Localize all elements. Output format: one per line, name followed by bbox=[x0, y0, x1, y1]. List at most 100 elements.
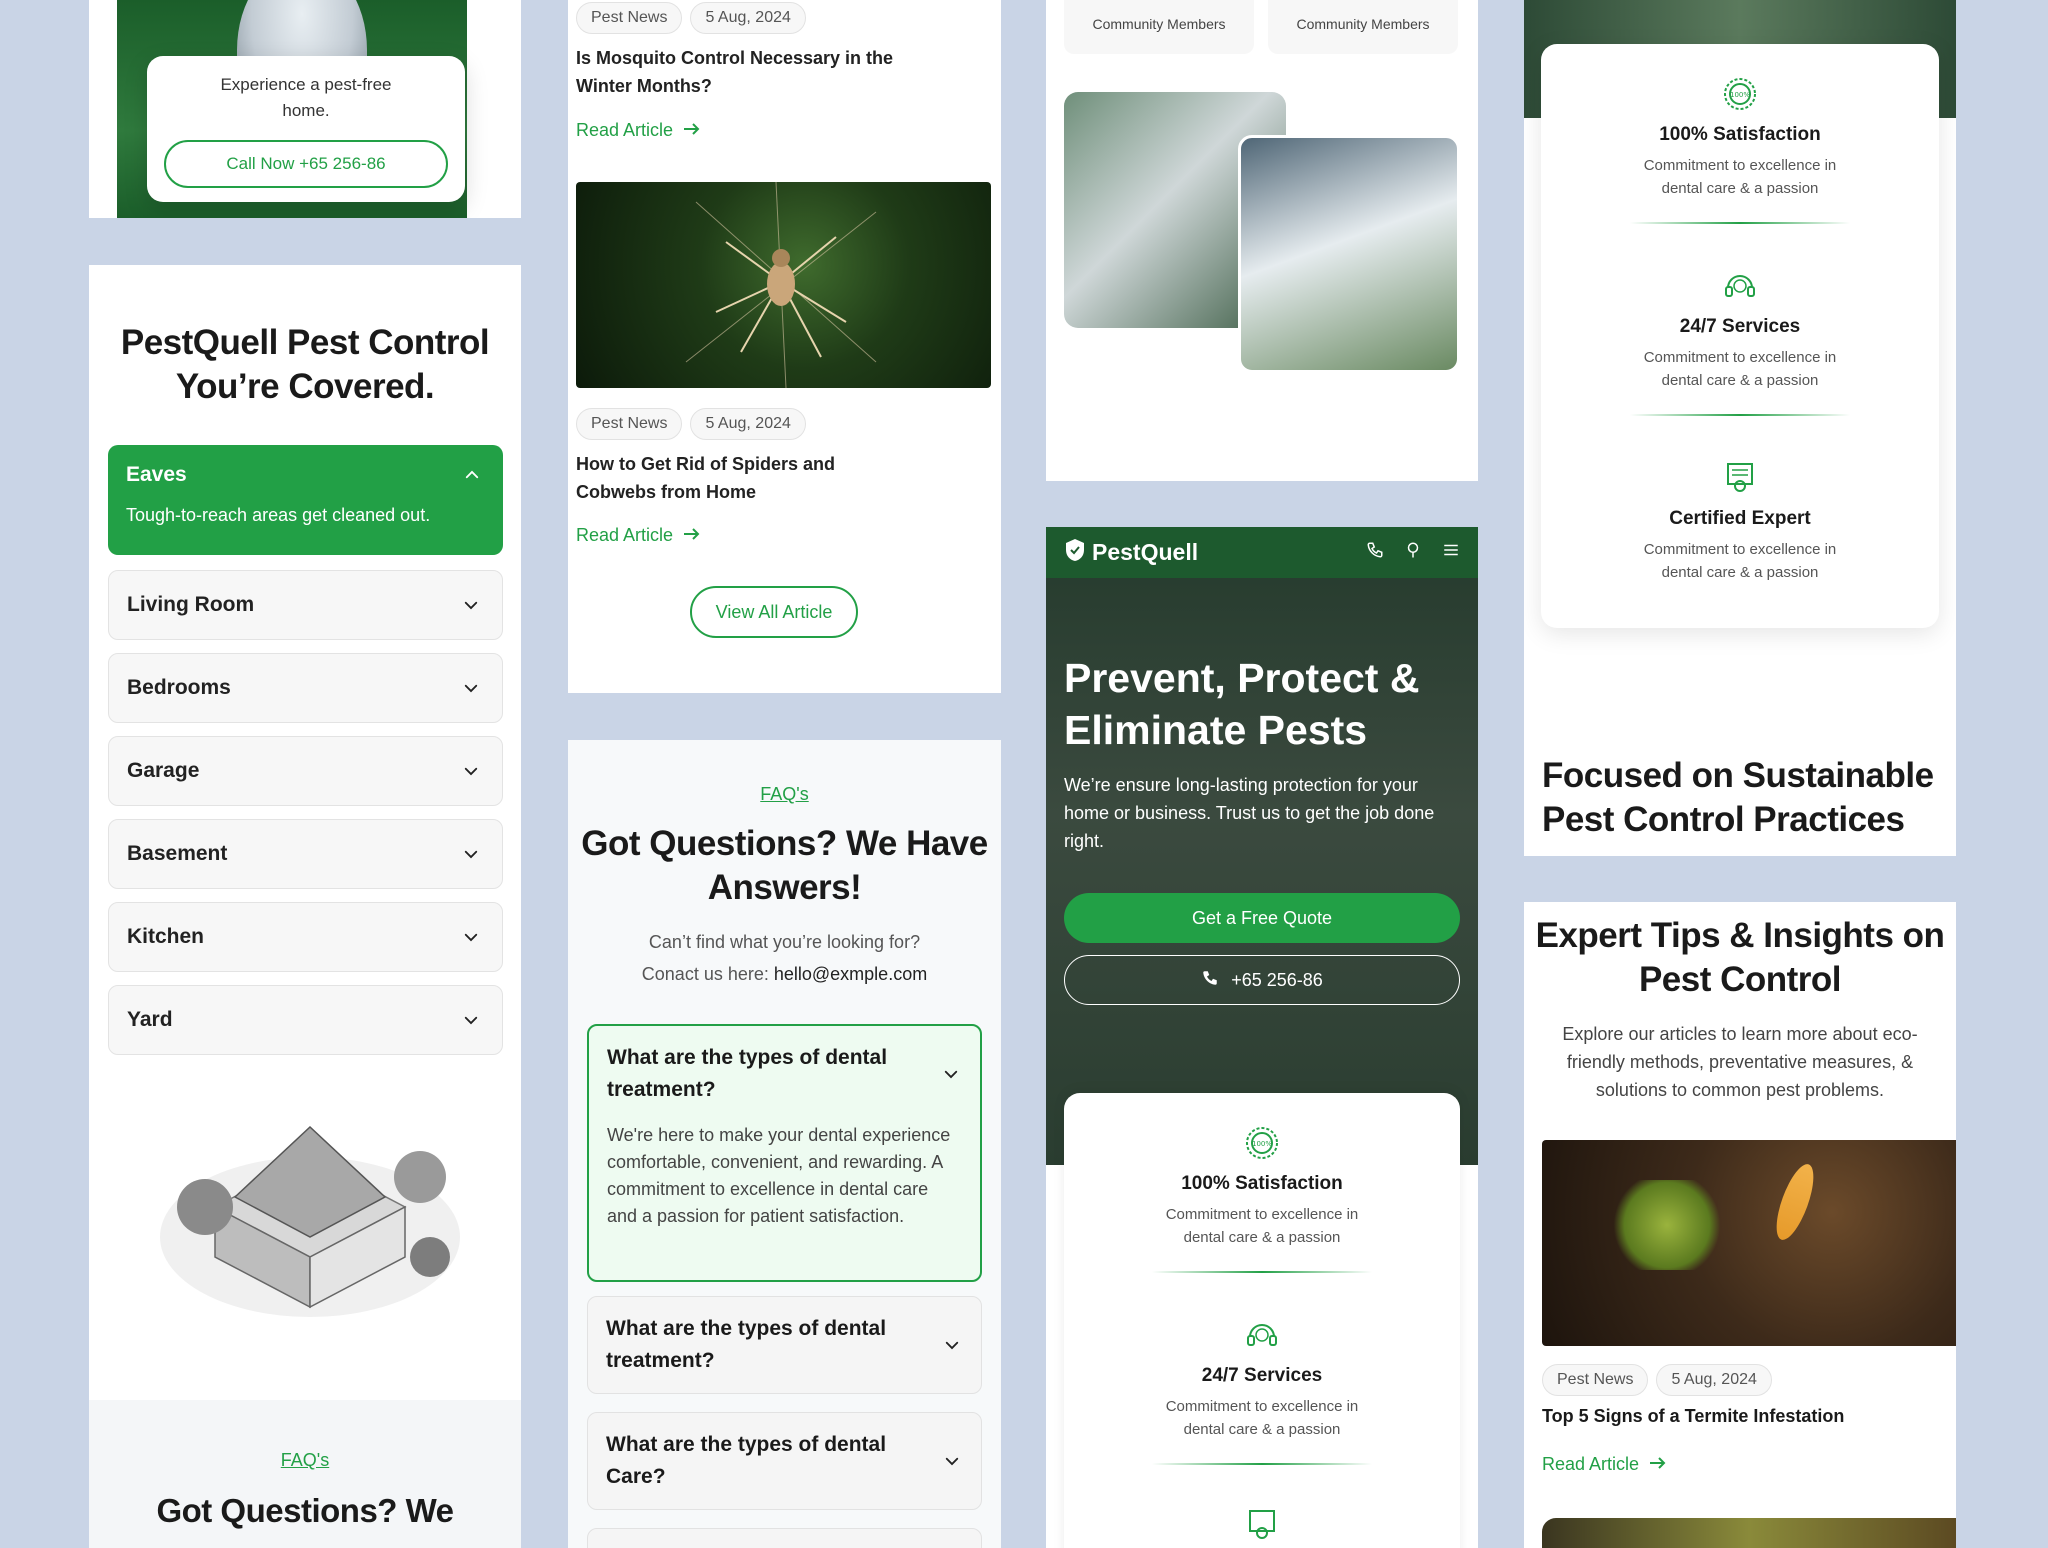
svg-text:100%: 100% bbox=[1252, 1140, 1272, 1148]
feature-desc: Commitment to excellence in dental care … bbox=[1643, 541, 1837, 581]
menu-icon[interactable] bbox=[1442, 541, 1460, 564]
feature-item: Certified Expert Commitment to excellenc… bbox=[1541, 458, 1939, 584]
accordion-item-bedrooms[interactable]: Bedrooms bbox=[108, 653, 503, 723]
brand-name: PestQuell bbox=[1092, 539, 1199, 565]
chevron-down-icon bbox=[460, 760, 482, 782]
hero-lead: We’re ensure long-lasting protection for… bbox=[1064, 775, 1435, 851]
accordion-item-basement[interactable]: Basement bbox=[108, 819, 503, 889]
satisfaction-badge-icon: 100% bbox=[1242, 1123, 1282, 1163]
feature-item: 24/7 Services Commitment to excellence i… bbox=[1064, 1315, 1460, 1465]
stat-label: Community Members bbox=[1092, 16, 1226, 32]
features-card: 100% 100% Satisfaction Commitment to exc… bbox=[1064, 1093, 1460, 1548]
brand-logo[interactable]: PestQuell bbox=[1064, 538, 1198, 568]
chevron-down-icon bbox=[941, 1334, 963, 1356]
article-meta: Pest News 5 Aug, 2024 bbox=[576, 2, 806, 34]
phone-icon[interactable] bbox=[1366, 541, 1384, 564]
faq-answer: We're here to make your dental experienc… bbox=[607, 1125, 951, 1226]
faq-title: Got Questions? We Have Answers! bbox=[581, 824, 988, 907]
spider-photo bbox=[576, 181, 991, 389]
termite-photo bbox=[1542, 1140, 1956, 1346]
date-badge: 5 Aug, 2024 bbox=[690, 2, 806, 34]
article-meta: Pest News 5 Aug, 2024 bbox=[1542, 1364, 1772, 1396]
coverage-panel: PestQuell Pest Control You’re Covered. E… bbox=[89, 265, 521, 1548]
certificate-icon bbox=[1242, 1505, 1282, 1545]
chevron-down-icon bbox=[940, 1063, 962, 1085]
article-title[interactable]: Is Mosquito Control Necessary in the Win… bbox=[576, 44, 916, 100]
faq-question: What are the types of dental treatment? bbox=[607, 1046, 888, 1101]
accordion-item-yard[interactable]: Yard bbox=[108, 985, 503, 1055]
accordion-item-garage[interactable]: Garage bbox=[108, 736, 503, 806]
article-title[interactable]: How to Get Rid of Spiders and Cobwebs fr… bbox=[576, 450, 866, 506]
promo-panel: Experience a pest-free home. Call Now +6… bbox=[89, 0, 521, 218]
category-badge: Pest News bbox=[576, 2, 683, 34]
chevron-down-icon bbox=[941, 1450, 963, 1472]
stat-number: 2M+ bbox=[1064, 0, 1254, 10]
faq-item[interactable] bbox=[587, 1528, 982, 1548]
faq-item[interactable]: What are the types of dental treatment? … bbox=[587, 1024, 982, 1282]
feature-desc: Commitment to excellence in dental care … bbox=[1165, 1206, 1359, 1246]
coverage-title: PestQuell Pest Control You’re Covered. bbox=[120, 323, 490, 406]
chevron-up-icon bbox=[461, 464, 483, 486]
read-article-link[interactable]: Read Article bbox=[576, 525, 701, 546]
feature-item bbox=[1064, 1505, 1460, 1545]
technician-indoor-photo bbox=[1238, 135, 1460, 373]
feature-title: Certified Expert bbox=[1669, 508, 1811, 529]
faq-question: What are the types of dental Care? bbox=[606, 1433, 887, 1488]
phone-icon bbox=[1201, 969, 1219, 992]
read-article-link[interactable]: Read Article bbox=[1542, 1454, 1667, 1475]
feature-desc: Commitment to excellence in dental care … bbox=[1165, 1398, 1359, 1438]
call-now-button[interactable]: Call Now +65 256-86 bbox=[164, 140, 448, 188]
feature-title: 24/7 Services bbox=[1201, 1365, 1323, 1386]
phone-label: +65 256-86 bbox=[1231, 969, 1323, 990]
faq-item[interactable]: What are the types of dental treatment? bbox=[587, 1296, 982, 1394]
accordion-label: Living Room bbox=[127, 593, 255, 616]
accordion-label: Yard bbox=[127, 1008, 173, 1031]
mobile-home-panel: PestQuell Prevent, Protect & Eliminate P… bbox=[1046, 527, 1478, 1548]
arrow-right-icon bbox=[1649, 1454, 1667, 1475]
stats-panel: 2M+ Community Members 15+ Community Memb… bbox=[1046, 0, 1478, 481]
feature-item: 24/7 Services Commitment to excellence i… bbox=[1541, 266, 1939, 416]
feature-title: 100% Satisfaction bbox=[1181, 1173, 1343, 1194]
accordion-item-living-room[interactable]: Living Room bbox=[108, 570, 503, 640]
shield-icon bbox=[1064, 538, 1086, 568]
accordion-label: Garage bbox=[127, 759, 200, 782]
chevron-down-icon bbox=[460, 677, 482, 699]
hero-title: Prevent, Protect & Eliminate Pests bbox=[1064, 655, 1420, 753]
tips-title: Expert Tips & Insights on Pest Control bbox=[1535, 916, 1945, 999]
accordion-label: Kitchen bbox=[127, 925, 205, 948]
faq-contact-line: Conact us here: hello@exmple.com bbox=[641, 964, 928, 984]
faq-panel: FAQ's Got Questions? We Have Answers! Ca… bbox=[568, 740, 1001, 1548]
tips-panel: Expert Tips & Insights on Pest Control E… bbox=[1524, 902, 1956, 1548]
support-headset-icon bbox=[1720, 266, 1760, 306]
accordion-item-eaves[interactable]: Eaves Tough-to-reach areas get cleaned o… bbox=[108, 445, 503, 555]
articles-panel: Pest News 5 Aug, 2024 Is Mosquito Contro… bbox=[568, 0, 1001, 693]
view-all-articles-button[interactable]: View All Article bbox=[690, 586, 858, 638]
article-title[interactable]: Top 5 Signs of a Termite Infestation bbox=[1542, 1406, 1844, 1427]
faq-tag[interactable]: FAQ's bbox=[89, 1450, 521, 1471]
chevron-down-icon bbox=[460, 594, 482, 616]
stat-card: 15+ Community Members bbox=[1268, 0, 1458, 54]
promo-text: Experience a pest-free home. bbox=[220, 75, 392, 120]
free-quote-button[interactable]: Get a Free Quote bbox=[1064, 893, 1460, 943]
accordion-item-kitchen[interactable]: Kitchen bbox=[108, 902, 503, 972]
faq-preview: FAQ's Got Questions? We bbox=[89, 1400, 521, 1548]
top-nav: PestQuell bbox=[1046, 527, 1478, 578]
read-article-link[interactable]: Read Article bbox=[576, 120, 701, 141]
faq-subtitle-line: Can’t find what you’re looking for? bbox=[648, 932, 921, 952]
sustainable-panel: 100% 100% Satisfaction Commitment to exc… bbox=[1524, 0, 1956, 856]
accordion-desc: Tough-to-reach areas get cleaned out. bbox=[126, 505, 431, 525]
house-illustration bbox=[160, 1125, 460, 1317]
feature-title: 100% Satisfaction bbox=[1659, 124, 1821, 145]
location-pin-icon[interactable] bbox=[1404, 541, 1422, 564]
faq-tag[interactable]: FAQ's bbox=[568, 784, 1001, 805]
stat-label: Community Members bbox=[1296, 16, 1430, 32]
satisfaction-badge-icon: 100% bbox=[1720, 74, 1760, 114]
features-card: 100% 100% Satisfaction Commitment to exc… bbox=[1541, 44, 1939, 628]
faq-subtitle: Can’t find what you’re looking for? Cona… bbox=[568, 926, 1001, 990]
faq-item[interactable]: What are the types of dental Care? bbox=[587, 1412, 982, 1510]
feature-item: 100% 100% Satisfaction Commitment to exc… bbox=[1541, 74, 1939, 224]
phone-button[interactable]: +65 256-86 bbox=[1064, 955, 1460, 1005]
arrow-right-icon bbox=[683, 122, 701, 141]
sustainable-title: Focused on Sustainable Pest Control Prac… bbox=[1542, 756, 1934, 839]
contact-email-link[interactable]: hello@exmple.com bbox=[774, 964, 927, 984]
